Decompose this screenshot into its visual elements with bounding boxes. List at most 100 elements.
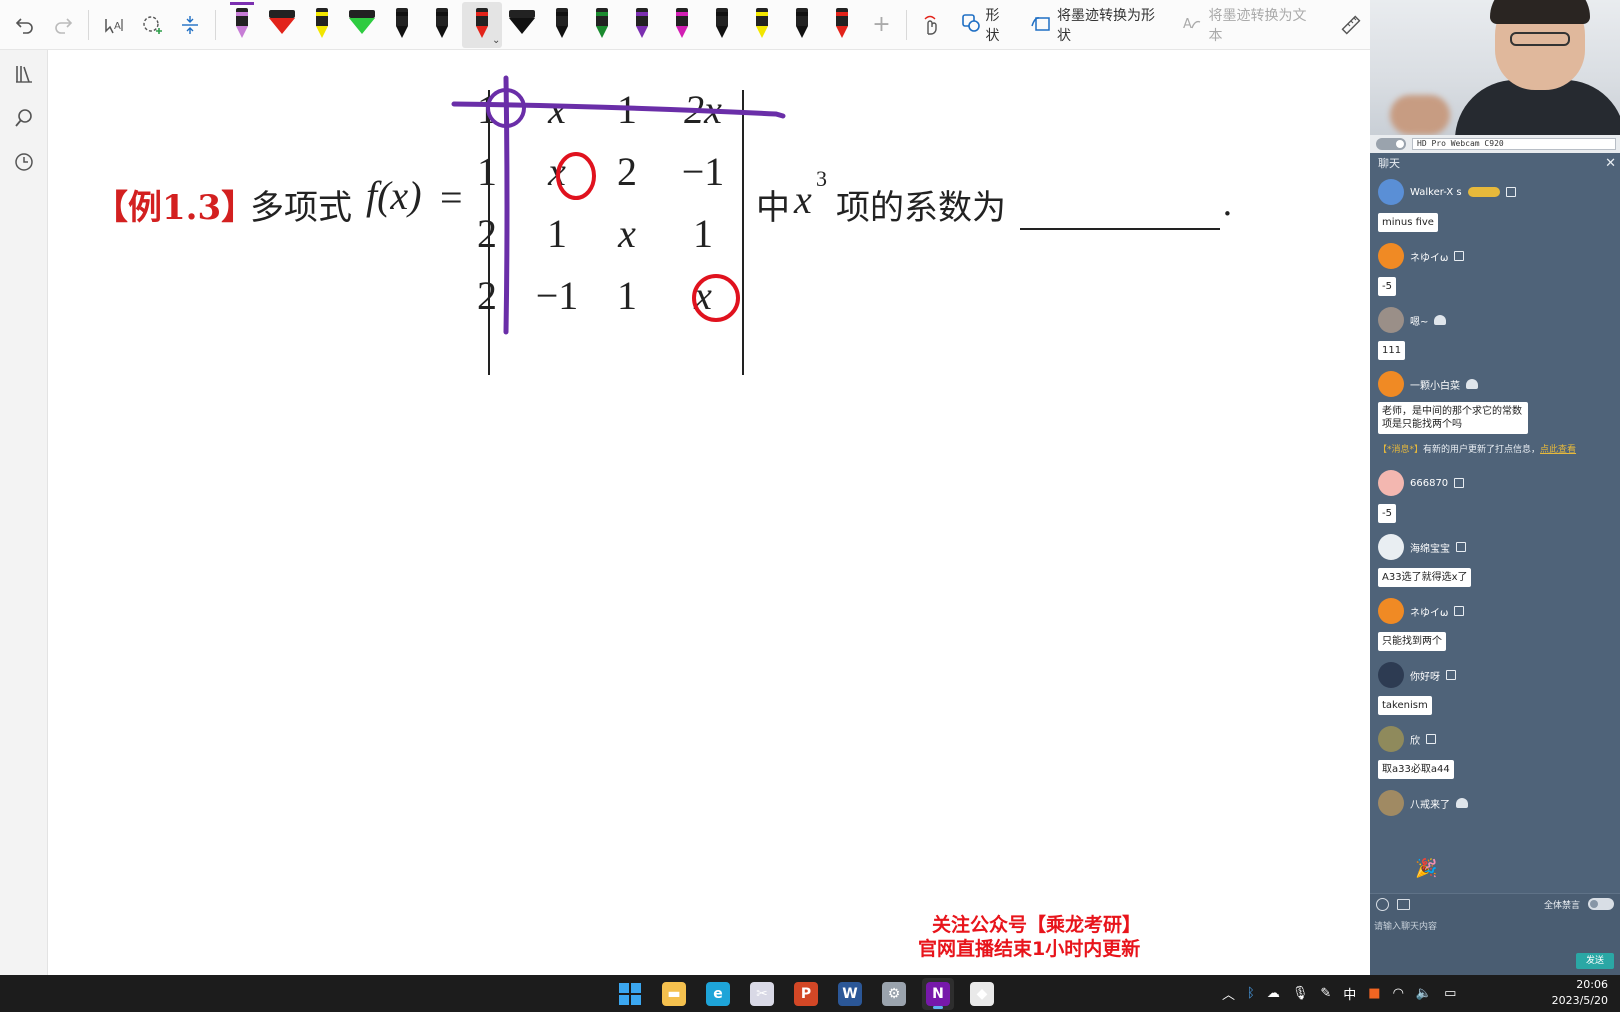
snipping-tool-icon[interactable]: ✂	[746, 978, 778, 1010]
microphone-icon[interactable]: 🎙	[1292, 986, 1309, 1001]
show-hidden-icons-icon[interactable]: ︿	[1222, 984, 1235, 1003]
pen-7[interactable]: ⌄	[462, 1, 503, 48]
wifi-icon[interactable]: ◠	[1393, 986, 1404, 1001]
insert-space-icon[interactable]	[171, 5, 209, 45]
chevron-down-icon[interactable]: ⌄	[492, 35, 500, 46]
chat-message-list[interactable]: Walker-X s minus five ネゆイω -5 嗯~ 111 一颗小白菜 老师，是…	[1370, 174, 1620, 884]
snipping-tool-glyph: ✂	[750, 982, 774, 1006]
note-canvas[interactable]: 【例1.3】 多项式 f(x) = 1 x 1 2x 1 x 2 −1 2 1 x 1 2 −1 1 x 中 …	[48, 50, 1370, 975]
history-icon[interactable]	[0, 140, 48, 184]
touch-draw-icon[interactable]	[913, 5, 951, 45]
pen-menu-icon[interactable]: ✎	[1320, 986, 1331, 1001]
word-icon[interactable]: W	[834, 978, 866, 1010]
party-popper-icon[interactable]: 🎉	[1415, 858, 1437, 879]
pen-body	[476, 7, 489, 26]
notebooks-icon[interactable]	[0, 52, 48, 96]
pen-body	[269, 9, 296, 18]
chat-bubble: -5	[1378, 504, 1396, 523]
ink-to-shape-button[interactable]: 将墨迹转换为形状	[1021, 5, 1172, 45]
avatar[interactable]	[1378, 243, 1404, 269]
battery-icon[interactable]: ▭	[1444, 986, 1456, 1001]
pen-15[interactable]	[782, 2, 822, 48]
avatar[interactable]	[1378, 662, 1404, 688]
pen-13[interactable]	[702, 2, 742, 48]
pen-8[interactable]	[502, 2, 542, 48]
start-icon[interactable]	[614, 978, 646, 1010]
pen-3[interactable]	[302, 2, 342, 48]
pen-body	[236, 7, 249, 26]
shapes-button[interactable]: 形状	[952, 5, 1022, 45]
avatar[interactable]	[1378, 371, 1404, 397]
pen-2[interactable]	[262, 2, 302, 48]
onenote-icon[interactable]: N	[922, 978, 954, 1010]
avatar[interactable]	[1378, 179, 1404, 205]
pen-11[interactable]	[622, 2, 662, 48]
app-tray-icon[interactable]: ■	[1368, 986, 1380, 1001]
avatar[interactable]	[1378, 307, 1404, 333]
clock-date: 2023/5/20	[1551, 994, 1608, 1007]
matrix-cell-r2c3: 2	[617, 149, 637, 194]
webcam-toggle[interactable]	[1376, 138, 1406, 150]
onedrive-icon[interactable]: ☁	[1267, 986, 1280, 1001]
capture-app-icon[interactable]: ◆	[966, 978, 998, 1010]
avatar[interactable]	[1378, 598, 1404, 624]
pen-tip	[236, 25, 249, 38]
file-explorer-icon[interactable]: ▬	[658, 978, 690, 1010]
mute-all-toggle[interactable]	[1588, 898, 1614, 910]
device-icon	[1446, 670, 1456, 680]
lasso-add-icon[interactable]	[133, 5, 171, 45]
settings-icon[interactable]: ⚙	[878, 978, 910, 1010]
volume-icon[interactable]: 🔈	[1416, 986, 1432, 1001]
send-button[interactable]: 发送	[1576, 953, 1614, 969]
example-tag: 【例1.3】	[94, 188, 256, 228]
live-stream-panel: HD Pro Webcam C920 聊天 ✕ Walker-X s minus …	[1370, 0, 1620, 975]
search-icon[interactable]	[0, 96, 48, 140]
webcam-device-select[interactable]: HD Pro Webcam C920	[1412, 138, 1616, 150]
pen-12[interactable]	[662, 2, 702, 48]
ink-to-shape-icon	[1031, 14, 1051, 36]
pen-6[interactable]	[422, 2, 462, 48]
chat-bubble: 老师，是中间的那个求它的常数项是只能找两个吗	[1378, 402, 1528, 434]
ink-to-text-label: 将墨迹转换为文本	[1208, 7, 1307, 44]
pen-1[interactable]	[222, 1, 262, 48]
chat-input[interactable]	[1374, 920, 1612, 934]
capture-app-glyph: ◆	[970, 982, 994, 1006]
ime-indicator[interactable]: 中	[1343, 984, 1356, 1003]
pen-10[interactable]	[582, 2, 622, 48]
undo-icon[interactable]	[6, 5, 44, 45]
pen-palette: ⌄	[222, 0, 862, 50]
edge-glyph: e	[706, 982, 730, 1006]
edge-icon[interactable]: e	[702, 978, 734, 1010]
powerpoint-icon[interactable]: P	[790, 978, 822, 1010]
close-icon[interactable]: ✕	[1605, 155, 1616, 173]
pen-9[interactable]	[542, 2, 582, 48]
pen-body	[836, 7, 849, 26]
pen-body	[596, 7, 609, 26]
lasso-select-icon[interactable]: A	[95, 5, 133, 45]
bluetooth-icon[interactable]: ᛒ	[1247, 986, 1255, 1001]
ink-to-text-icon: A	[1182, 14, 1202, 36]
pen-5[interactable]	[382, 2, 422, 48]
chat-user-row: 嗯~	[1370, 302, 1620, 338]
pen-tip	[756, 25, 769, 38]
avatar[interactable]	[1378, 726, 1404, 752]
image-icon[interactable]	[1397, 898, 1410, 910]
pen-body	[509, 9, 536, 18]
add-pen-button[interactable]: +	[862, 5, 900, 45]
redo-icon[interactable]	[44, 5, 82, 45]
system-notice-link[interactable]: 点此查看	[1540, 445, 1576, 455]
chat-user-row: 欣	[1370, 721, 1620, 757]
emoji-icon[interactable]	[1376, 897, 1389, 911]
pen-4[interactable]	[342, 2, 382, 48]
pen-16[interactable]	[822, 2, 862, 48]
avatar[interactable]	[1378, 534, 1404, 560]
chat-message: ネゆイω -5	[1370, 238, 1620, 302]
chat-input-tools: 全体禁言	[1370, 894, 1620, 914]
avatar[interactable]	[1378, 790, 1404, 816]
pen-14[interactable]	[742, 2, 782, 48]
avatar[interactable]	[1378, 470, 1404, 496]
taskbar-clock[interactable]: 20:06 2023/5/20	[1552, 977, 1608, 1009]
pen-band	[836, 11, 849, 16]
ruler-icon[interactable]	[1332, 5, 1370, 45]
ink-to-text-button[interactable]: A 将墨迹转换为文本	[1172, 5, 1323, 45]
